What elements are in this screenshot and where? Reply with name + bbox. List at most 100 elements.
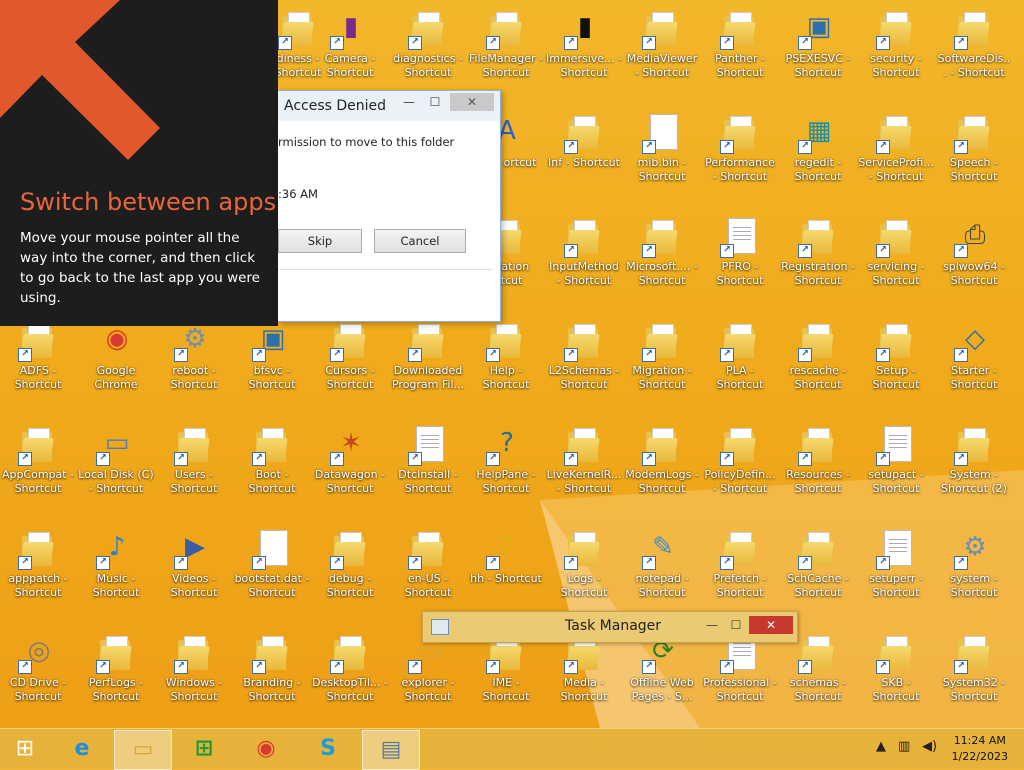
minimize-button[interactable]: — bbox=[396, 93, 422, 111]
network-icon[interactable]: ▥ bbox=[898, 739, 910, 754]
desktop-icon[interactable]: ↗ Migration - Shortcut bbox=[624, 314, 700, 410]
desktop-icon[interactable]: ↗ Prefetch - Shortcut bbox=[702, 522, 778, 618]
desktop-icon[interactable]: ↗ SKB - Shortcut bbox=[858, 626, 934, 722]
tm-minimize-button[interactable]: — bbox=[699, 616, 725, 634]
desktop-icon[interactable]: ↗ security - Shortcut bbox=[858, 2, 934, 98]
desktop-icon[interactable]: ↗ setupact - Shortcut bbox=[858, 418, 934, 514]
desktop-icon[interactable]: ↗ debug - Shortcut bbox=[312, 522, 388, 618]
taskbar-chrome[interactable]: ◉ bbox=[238, 730, 294, 768]
desktop-icon[interactable]: ↗ PerfLogs - Shortcut bbox=[78, 626, 154, 722]
desktop-icon[interactable]: ↗ L2Schemas - Shortcut bbox=[546, 314, 622, 410]
desktop-icon[interactable]: ↗ InputMethod - Shortcut bbox=[546, 210, 622, 306]
close-button[interactable]: ✕ bbox=[450, 93, 494, 111]
shortcut-arrow-icon: ↗ bbox=[876, 452, 890, 466]
desktop-icon[interactable]: ⚙ ↗ reboot - Shortcut bbox=[156, 314, 232, 410]
desktop-icon-label: bootstat.dat - Shortcut bbox=[234, 572, 310, 599]
desktop-icon[interactable]: ↗ Users - Shortcut bbox=[156, 418, 232, 514]
desktop-icon[interactable]: ⎙ ↗ splwow64 - Shortcut bbox=[936, 210, 1012, 306]
taskbar-internet-explorer[interactable]: e bbox=[54, 730, 110, 768]
desktop-icon[interactable]: ↗ ServiceProfi... - Shortcut bbox=[858, 106, 934, 202]
desktop-icon[interactable]: ↗ MediaViewer - Shortcut bbox=[624, 2, 700, 98]
task-manager-window[interactable]: Task Manager — ☐ ✕ bbox=[422, 611, 798, 643]
desktop-icon[interactable]: ↗ System32 - Shortcut bbox=[936, 626, 1012, 722]
desktop-icon[interactable]: ↗ Help - Shortcut bbox=[468, 314, 544, 410]
desktop-icon[interactable]: ↗ Registration - Shortcut bbox=[780, 210, 856, 306]
maximize-button[interactable]: ☐ bbox=[422, 93, 448, 111]
desktop-icon-label: Local Disk (C) - Shortcut bbox=[78, 468, 154, 495]
desktop-icon[interactable]: ♪ ↗ Music - Shortcut bbox=[78, 522, 154, 618]
desktop-icon[interactable]: ? ↗ HelpPane - Shortcut bbox=[468, 418, 544, 514]
desktop-icon[interactable]: ◎ ↗ CD Drive - Shortcut bbox=[0, 626, 76, 722]
desktop-icon[interactable]: ◇ ↗ Starter - Shortcut bbox=[936, 314, 1012, 410]
desktop-icon[interactable]: ⚙ ↗ system - Shortcut bbox=[936, 522, 1012, 618]
desktop-icon[interactable]: ↗ SchCache - Shortcut bbox=[780, 522, 856, 618]
desktop-icon[interactable]: ✶ ↗ Datawagon - Shortcut bbox=[312, 418, 388, 514]
desktop-icon[interactable]: ↗ en-US - Shortcut bbox=[390, 522, 466, 618]
desktop-icon[interactable]: ↗ Inf - Shortcut bbox=[546, 106, 622, 202]
desktop-icon[interactable]: ▭ ↗ Local Disk (C) - Shortcut bbox=[78, 418, 154, 514]
desktop-icon[interactable]: ↗ Logs - Shortcut bbox=[546, 522, 622, 618]
desktop-icon[interactable]: ▣ ↗ PSEXESVC - Shortcut bbox=[780, 2, 856, 98]
desktop-icon[interactable]: ▣ ↗ bfsvc - Shortcut bbox=[234, 314, 310, 410]
desktop-icon[interactable]: ▮ ↗ Immersive... - Shortcut bbox=[546, 2, 622, 98]
desktop-icon[interactable]: ↗ mib.bin - Shortcut bbox=[624, 106, 700, 202]
desktop-icon[interactable]: ↗ ModemLogs - Shortcut bbox=[624, 418, 700, 514]
taskbar-skype[interactable]: S bbox=[300, 730, 356, 768]
shortcut-arrow-icon: ↗ bbox=[252, 556, 266, 570]
desktop-icon[interactable]: ↗ diagnostics - Shortcut bbox=[390, 2, 466, 98]
desktop-icon[interactable]: ↗ setuperr - Shortcut bbox=[858, 522, 934, 618]
desktop-icon[interactable]: ↗ apppatch - Shortcut bbox=[0, 522, 76, 618]
shortcut-arrow-icon: ↗ bbox=[954, 660, 968, 674]
desktop-icon[interactable]: ▶ ↗ Videos - Shortcut bbox=[156, 522, 232, 618]
desktop-icon[interactable]: ↗ Resources - Shortcut bbox=[780, 418, 856, 514]
desktop-icon[interactable]: ↗ PolicyDefin... - Shortcut bbox=[702, 418, 778, 514]
desktop-icon[interactable]: ↗ Setup - Shortcut bbox=[858, 314, 934, 410]
desktop-icon[interactable]: ↗ DtcInstall - Shortcut bbox=[390, 418, 466, 514]
drive-icon: ▭ ↗ bbox=[96, 422, 136, 466]
desktop-icon[interactable]: ↗ Downloaded Program Fil... bbox=[390, 314, 466, 410]
desktop-icon[interactable]: ↗ LiveKernelR... - Shortcut bbox=[546, 418, 622, 514]
desktop-icon[interactable]: ↗ SoftwareDis... - Shortcut bbox=[936, 2, 1012, 98]
desktop-icon[interactable]: ↗ Cursors - Shortcut bbox=[312, 314, 388, 410]
taskbar-file-explorer[interactable]: ▭ bbox=[114, 730, 172, 770]
desktop-icon[interactable]: ↗ Windows - Shortcut bbox=[156, 626, 232, 722]
desktop-icon[interactable]: ↗ FileManager - Shortcut bbox=[468, 2, 544, 98]
desktop-icon[interactable]: ↗ Boot - Shortcut bbox=[234, 418, 310, 514]
desktop-icon[interactable]: ↗ DesktopTil... - Shortcut bbox=[312, 626, 388, 722]
dialog-titlebar[interactable]: Access Denied — ☐ ✕ bbox=[278, 91, 500, 121]
desktop-icon[interactable]: ↗ System - Shortcut (2) bbox=[936, 418, 1012, 514]
desktop-icon[interactable]: ✎ ↗ notepad - Shortcut bbox=[624, 522, 700, 618]
desktop-icon[interactable]: ↗ Microsoft.... - Shortcut bbox=[624, 210, 700, 306]
dialog-message: rmission to move to this folder bbox=[278, 135, 455, 149]
taskbar-task-manager[interactable]: ▤ bbox=[362, 730, 420, 770]
desktop-icon[interactable]: ↗ Panther - Shortcut bbox=[702, 2, 778, 98]
desktop-icon[interactable]: ▮ ↗ Camera - Shortcut bbox=[312, 2, 388, 98]
clock[interactable]: 11:24 AM 1/22/2023 bbox=[952, 733, 1008, 765]
volume-icon[interactable]: ◀) bbox=[922, 739, 937, 754]
desktop-icon[interactable]: ↗ bootstat.dat - Shortcut bbox=[234, 522, 310, 618]
start-button[interactable]: ⊞ bbox=[0, 730, 50, 768]
desktop-icon[interactable]: ◉ Google Chrome bbox=[78, 314, 154, 410]
desktop-icon[interactable]: ▦ ↗ regedit - Shortcut bbox=[780, 106, 856, 202]
desktop-icon[interactable]: ↗ PLA - Shortcut bbox=[702, 314, 778, 410]
desktop-icon-label: AppCompat - Shortcut bbox=[1, 468, 75, 495]
taskbar-store[interactable]: ⊞ bbox=[176, 730, 232, 768]
desktop-icon[interactable]: ↗ rescache - Shortcut bbox=[780, 314, 856, 410]
tm-maximize-button[interactable]: ☐ bbox=[723, 616, 749, 634]
desktop-icon[interactable]: ↗ PFRO - Shortcut bbox=[702, 210, 778, 306]
tray-chevron-icon[interactable]: ▲ bbox=[876, 739, 886, 754]
desktop-icon[interactable]: ? ↗ hh - Shortcut bbox=[468, 522, 544, 618]
shortcut-arrow-icon: ↗ bbox=[330, 36, 344, 50]
desktop-icon[interactable]: ↗ ADFS - Shortcut bbox=[0, 314, 76, 410]
desktop-icon[interactable]: ↗ Branding - Shortcut bbox=[234, 626, 310, 722]
skip-button[interactable]: Skip bbox=[278, 229, 362, 253]
desktop-icon-label: mib.bin - Shortcut bbox=[637, 156, 687, 183]
desktop-icon[interactable]: ↗ servicing - Shortcut bbox=[858, 210, 934, 306]
desktop-icon[interactable]: ↗ AppCompat - Shortcut bbox=[0, 418, 76, 514]
desktop-icon[interactable]: ↗ Speech - Shortcut bbox=[936, 106, 1012, 202]
tm-close-button[interactable]: ✕ bbox=[749, 616, 793, 634]
cancel-button[interactable]: Cancel bbox=[374, 229, 466, 253]
shortcut-arrow-icon: ↗ bbox=[798, 36, 812, 50]
desktop-icon[interactable]: ↗ Performance - Shortcut bbox=[702, 106, 778, 202]
shortcut-arrow-icon: ↗ bbox=[564, 348, 578, 362]
